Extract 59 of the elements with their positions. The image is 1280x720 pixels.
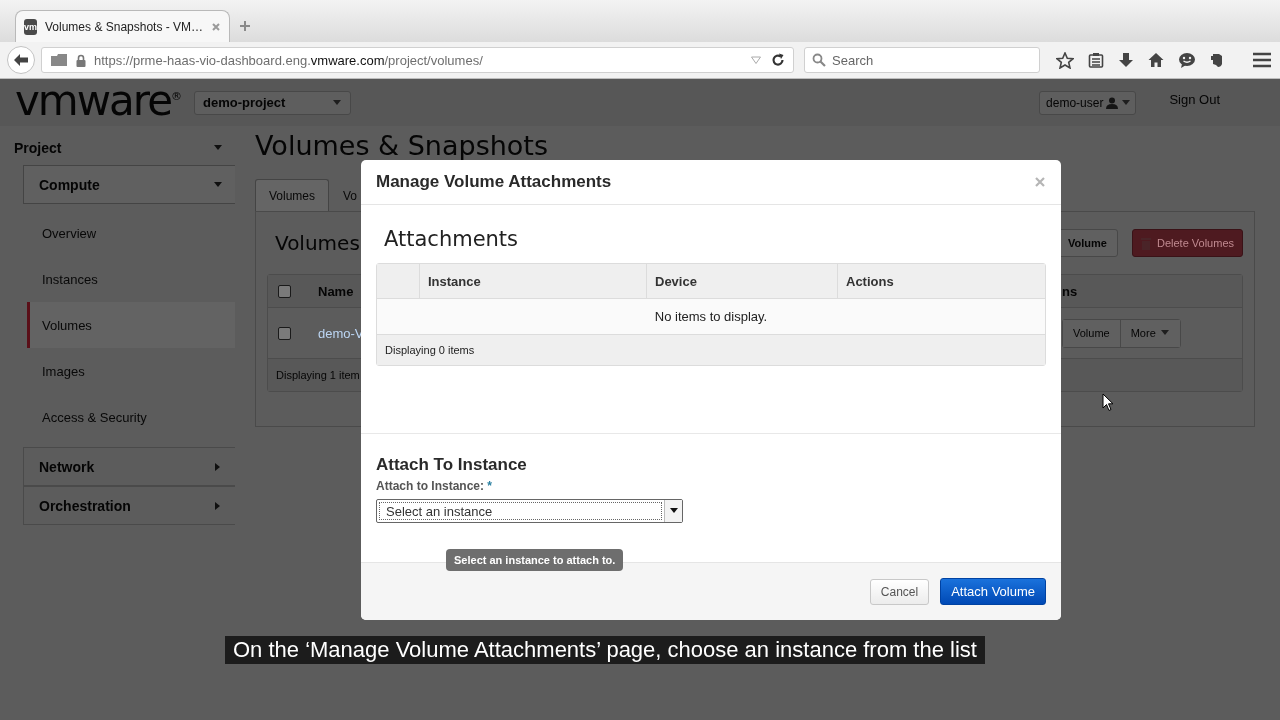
star-icon[interactable] (1056, 51, 1074, 69)
reading-list-icon[interactable] (1088, 52, 1104, 68)
bookmarks-folder-icon[interactable] (50, 53, 68, 67)
tab[interactable]: Vo (329, 179, 372, 211)
person-icon (1106, 96, 1119, 109)
page-title: Volumes & Snapshots (255, 130, 549, 163)
sidebar-group[interactable]: Compute (23, 165, 235, 204)
sign-out-link[interactable]: Sign Out (1169, 92, 1220, 107)
close-icon[interactable] (211, 21, 222, 32)
section-heading: Volumes (275, 231, 360, 255)
search-field[interactable]: Search (804, 47, 1040, 73)
checkbox[interactable] (278, 326, 291, 340)
url-text[interactable]: https://prme-haas-vio-dashboard.eng.vmware.com/project/volumes/ (94, 52, 483, 68)
video-caption: On the ‘Manage Volume Attachments’ page, choose an instance from the list (225, 636, 985, 664)
sidebar-group[interactable]: Orchestration (23, 486, 235, 525)
attach-volume-button[interactable]: Attach Volume (940, 578, 1046, 605)
back-button[interactable] (7, 46, 35, 74)
download-icon[interactable] (1118, 52, 1134, 68)
sidebar-item[interactable]: Instances (27, 256, 235, 302)
delete-volumes-button[interactable]: Delete Volumes (1131, 229, 1243, 257)
edit-volume-button[interactable]: Volume (1063, 319, 1121, 347)
cancel-button[interactable]: Cancel (869, 578, 930, 605)
volume-link[interactable]: demo-V (318, 325, 364, 341)
sidebar-group[interactable]: Network (23, 447, 235, 486)
mouse-cursor-icon (1102, 393, 1114, 412)
field-label: Attach to Instance: * (376, 479, 494, 493)
menu-icon[interactable] (1252, 52, 1272, 68)
home-icon[interactable] (1148, 52, 1164, 68)
sidebar-item[interactable]: Overview (27, 210, 235, 256)
form-heading: Attach To Instance (376, 455, 528, 475)
dialog-title: Manage Volume Attachments (376, 172, 612, 192)
instance-select[interactable]: Select an instance (376, 499, 683, 523)
table-footer: Displaying 0 items (377, 335, 1045, 365)
empty-message: No items to display. (654, 309, 768, 324)
section-heading: Attachments (384, 227, 520, 251)
column-header: Instance (419, 264, 646, 298)
tab[interactable]: Volumes (255, 179, 330, 211)
favicon: vm (24, 18, 37, 35)
checkbox[interactable] (278, 284, 291, 298)
column-header: Device (646, 264, 837, 298)
sidebar-item[interactable]: Access & Security (27, 394, 235, 440)
project-dropdown[interactable]: demo-project (194, 90, 352, 115)
column-header: Actions (837, 264, 1045, 298)
address-bar[interactable]: https://prme-haas-vio-dashboard.eng.vmware.com/project/volumes/ (41, 47, 794, 73)
vmware-logo: vmware$^{®}$ (15, 79, 183, 122)
more-button[interactable]: More (1120, 319, 1180, 347)
tooltip: Select an instance to attach to. (446, 549, 624, 571)
back-arrow-icon (13, 53, 29, 67)
plus-icon[interactable] (239, 20, 251, 32)
lock-icon (76, 53, 86, 67)
user-dropdown[interactable]: demo-user (1039, 90, 1137, 115)
sidebar-item[interactable]: Images (27, 348, 235, 394)
reload-icon[interactable] (771, 53, 785, 67)
column-header: Name (317, 283, 355, 299)
browser-tab[interactable]: vm Volumes & Snapshots - VM… (15, 10, 230, 42)
column-header: ns (1061, 283, 1079, 299)
sidebar-dashboard[interactable]: Project (0, 138, 235, 158)
sidebar-item[interactable]: Volumes (27, 302, 235, 348)
chat-bubble-icon[interactable] (1178, 52, 1196, 68)
